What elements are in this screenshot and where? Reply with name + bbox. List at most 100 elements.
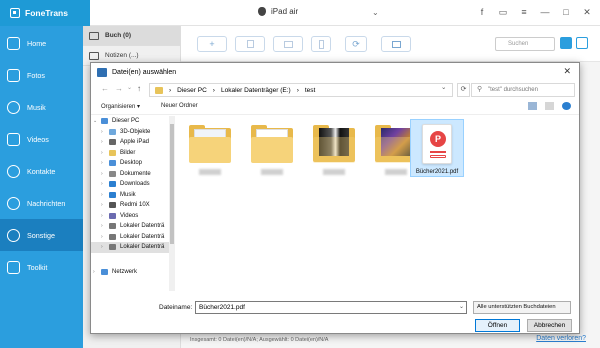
- dialog-close-icon[interactable]: ✕: [563, 66, 571, 77]
- videos-icon: [7, 132, 20, 146]
- maximize-icon[interactable]: □: [561, 6, 571, 19]
- sidebar-item-kontakte[interactable]: Kontakte: [0, 155, 83, 187]
- help-icon[interactable]: [562, 102, 571, 110]
- add-icon: +: [209, 39, 215, 49]
- device-selector[interactable]: iPad air: [258, 7, 298, 16]
- expand-icon[interactable]: ›: [101, 171, 109, 177]
- tree-item[interactable]: › Desktop: [91, 158, 174, 169]
- export-button[interactable]: [273, 36, 303, 52]
- pdf-file-item[interactable]: P Bücher2021.pdf: [410, 119, 464, 177]
- expand-icon[interactable]: ⌄: [93, 118, 101, 124]
- breadcrumb-this-pc[interactable]: Dieser PC: [177, 87, 207, 94]
- breadcrumb[interactable]: › Dieser PC › Lokaler Datenträger (E:) ›…: [149, 83, 453, 97]
- breadcrumb-test[interactable]: test: [305, 87, 315, 94]
- facebook-icon[interactable]: f: [477, 6, 487, 19]
- folder-item[interactable]: [183, 121, 237, 185]
- sidebar-item-nachrichten[interactable]: Nachrichten: [0, 187, 83, 219]
- tree-item[interactable]: › Lokaler Datenträ: [91, 221, 174, 232]
- tree-item[interactable]: › Bilder: [91, 148, 174, 159]
- expand-icon[interactable]: ›: [101, 160, 109, 166]
- expand-icon[interactable]: ›: [101, 139, 109, 145]
- sidebar-item-home[interactable]: Home: [0, 27, 83, 59]
- breadcrumb-separator: ›: [212, 86, 215, 94]
- data-lost-link[interactable]: Daten verloren?: [536, 335, 586, 342]
- category-item-book[interactable]: Buch (0): [83, 26, 180, 46]
- search-input[interactable]: Suchen: [495, 37, 555, 51]
- refresh-icon[interactable]: ⟳: [457, 83, 470, 97]
- refresh-button[interactable]: ⟳: [345, 36, 367, 52]
- close-icon[interactable]: ✕: [582, 6, 592, 19]
- category-label: Buch (0): [105, 32, 131, 39]
- sidebar-item-videos[interactable]: Videos: [0, 123, 83, 155]
- expand-icon[interactable]: ›: [93, 269, 101, 275]
- tree-item-icon: [109, 160, 116, 167]
- expand-icon[interactable]: ›: [101, 202, 109, 208]
- tree-item-label: Desktop: [120, 160, 143, 167]
- expand-icon[interactable]: ›: [101, 244, 109, 250]
- sidebar-item-label: Musik: [27, 102, 46, 112]
- view-mode-icon[interactable]: [528, 102, 537, 110]
- sidebar-item-fotos[interactable]: Fotos: [0, 59, 83, 91]
- file-type-filter[interactable]: Alle unterstützten Buchdateien: [473, 301, 571, 314]
- tree-item[interactable]: › Redmi 10X: [91, 200, 174, 211]
- back-arrow-icon[interactable]: ←: [101, 84, 109, 93]
- menu-icon[interactable]: ≡: [519, 6, 529, 19]
- tree-item[interactable]: ⌄ Dieser PC: [91, 116, 174, 127]
- expand-icon[interactable]: ›: [101, 129, 109, 135]
- delete-button[interactable]: [235, 36, 265, 52]
- tree-item[interactable]: › Dokumente: [91, 169, 174, 180]
- expand-icon[interactable]: ›: [101, 213, 109, 219]
- tree-item-icon: [109, 149, 116, 156]
- tree-item[interactable]: › Lokaler Datenträ: [91, 242, 174, 253]
- device-dropdown-icon[interactable]: ⌄: [372, 8, 379, 17]
- minimize-icon[interactable]: —: [540, 6, 550, 19]
- sidebar-item-label: Toolkit: [27, 262, 48, 272]
- folder-item[interactable]: [245, 121, 299, 185]
- add-button[interactable]: +: [197, 36, 227, 52]
- up-arrow-icon[interactable]: ↑: [137, 84, 141, 93]
- open-button[interactable]: Öffnen: [475, 319, 520, 332]
- feedback-icon[interactable]: ▭: [498, 6, 508, 19]
- recent-dropdown-icon[interactable]: ⌄: [127, 84, 132, 91]
- tree-item-icon: [109, 128, 116, 135]
- toolbox-button[interactable]: [381, 36, 411, 52]
- expand-icon[interactable]: ›: [101, 150, 109, 156]
- expand-icon[interactable]: ›: [101, 192, 109, 198]
- tree-item[interactable]: › Downloads: [91, 179, 174, 190]
- dialog-title-bar: Datei(en) auswählen: [91, 63, 579, 81]
- tree-item-icon: [109, 212, 116, 219]
- book-icon: [89, 31, 99, 40]
- tree-item[interactable]: › Apple iPad: [91, 137, 174, 148]
- tree-item[interactable]: › Netzwerk: [91, 267, 174, 278]
- contacts-icon: [7, 164, 20, 178]
- tree-item[interactable]: › Musik: [91, 190, 174, 201]
- tree-scrollbar[interactable]: [169, 116, 175, 291]
- expand-icon[interactable]: ›: [101, 223, 109, 229]
- tree-item[interactable]: › Lokaler Datenträ: [91, 232, 174, 243]
- device-transfer-button[interactable]: [311, 36, 331, 52]
- tree-item[interactable]: › 3D-Objekte: [91, 127, 174, 138]
- sidebar-item-toolkit[interactable]: Toolkit: [0, 251, 83, 283]
- list-view-icon[interactable]: [576, 37, 588, 49]
- filename-input[interactable]: Bücher2021.pdf: [195, 301, 467, 314]
- expand-icon[interactable]: ›: [101, 181, 109, 187]
- sidebar-item-musik[interactable]: Musik: [0, 91, 83, 123]
- forward-arrow-icon[interactable]: →: [115, 84, 123, 93]
- folder-search-input[interactable]: "test" durchsuchen: [471, 83, 575, 97]
- breadcrumb-drive[interactable]: Lokaler Datenträger (E:): [221, 87, 291, 94]
- address-dropdown-icon[interactable]: ⌄: [441, 83, 446, 91]
- new-folder-button[interactable]: Neuer Ordner: [161, 103, 198, 109]
- breadcrumb-separator: ›: [296, 86, 299, 94]
- scrollbar-thumb[interactable]: [170, 124, 174, 244]
- sidebar-item-sonstige[interactable]: Sonstige: [0, 219, 83, 251]
- folder-item[interactable]: [307, 121, 361, 185]
- tree-item[interactable]: › Videos: [91, 211, 174, 222]
- preview-pane-icon[interactable]: [545, 102, 554, 110]
- export-icon: [283, 40, 293, 48]
- cancel-button[interactable]: Abbrechen: [527, 319, 572, 332]
- organize-button[interactable]: Organisieren ▾: [101, 103, 140, 110]
- filename-dropdown-icon[interactable]: ⌄: [459, 303, 464, 310]
- expand-icon[interactable]: ›: [101, 234, 109, 240]
- grid-view-icon[interactable]: [560, 37, 572, 49]
- tree-item-label: Lokaler Datenträ: [120, 244, 165, 251]
